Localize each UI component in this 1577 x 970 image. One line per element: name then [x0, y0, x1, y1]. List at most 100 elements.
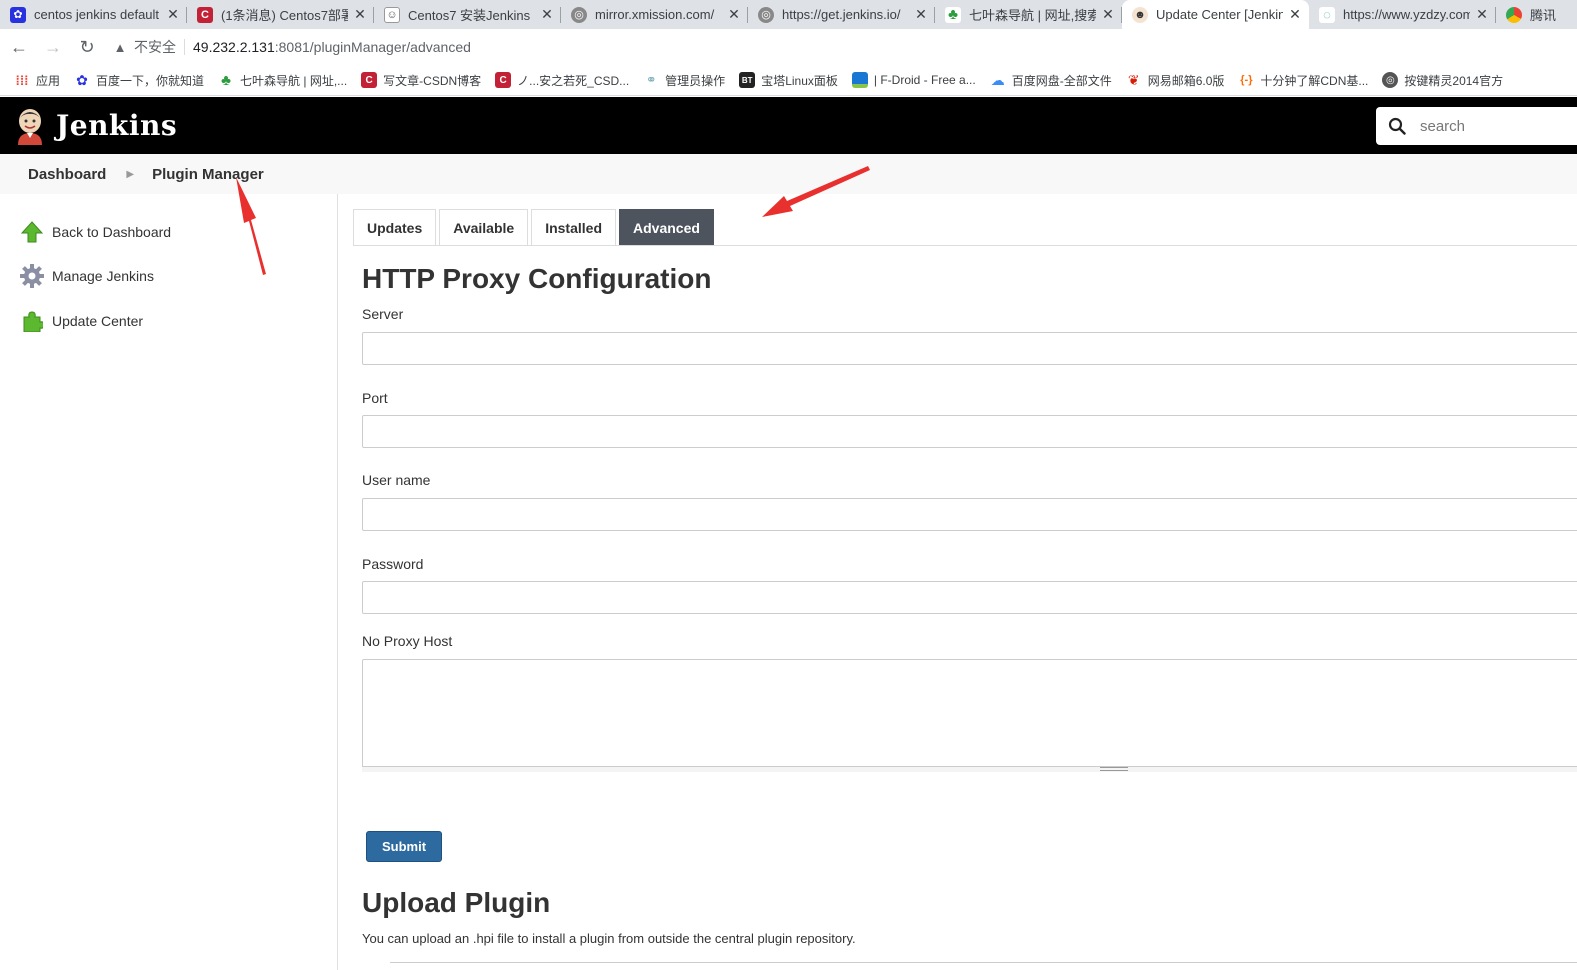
- upload-description: You can upload an .hpi file to install a…: [362, 931, 856, 946]
- search-input[interactable]: [1420, 117, 1570, 135]
- side-item-manage-jenkins[interactable]: Manage Jenkins: [20, 264, 154, 288]
- address-bar[interactable]: ▲ 不安全 49.232.2.131:8081/pluginManager/ad…: [112, 32, 1577, 62]
- proxy-section-title: HTTP Proxy Configuration: [362, 263, 712, 294]
- browser-toolbar: ← → ↻ ▲ 不安全 49.232.2.131:8081/pluginMana…: [0, 29, 1577, 65]
- csdn-icon: C: [197, 6, 213, 23]
- jenkins-brand[interactable]: Jenkins: [56, 109, 177, 142]
- puzzle-icon: [20, 309, 44, 333]
- cloud-icon: ☁: [989, 71, 1006, 88]
- security-label[interactable]: 不安全: [134, 37, 176, 57]
- password-field[interactable]: [362, 581, 1577, 614]
- side-item-label: Update Center: [52, 313, 144, 329]
- reload-button[interactable]: ↻: [72, 32, 102, 62]
- bookmark-item[interactable]: BT 宝塔Linux面板: [739, 72, 838, 89]
- csdn-icon: C: [495, 72, 512, 88]
- apps-grid-icon: ⁞⁞⁞: [15, 72, 29, 88]
- tab-advanced[interactable]: Advanced: [619, 209, 714, 246]
- upload-section-title: Upload Plugin: [362, 887, 551, 918]
- baidu-paw-icon: ✿: [74, 72, 91, 88]
- breadcrumb-plugin-manager[interactable]: Plugin Manager: [152, 166, 264, 183]
- server-label: Server: [362, 306, 404, 322]
- close-icon[interactable]: ✕: [352, 6, 368, 23]
- resize-grip-icon[interactable]: [1100, 767, 1128, 771]
- bookmark-label: 七叶森导航 | 网址,...: [240, 73, 348, 88]
- bookmark-label: 百度一下，你就知道: [96, 73, 205, 88]
- browser-tab-title: 七叶森导航 | 网址,搜索: [969, 8, 1096, 23]
- browser-tab-title: Centos7 安装Jenkins: [408, 8, 531, 23]
- username-label: User name: [362, 472, 431, 488]
- browser-tab[interactable]: ◎ https://get.jenkins.io/ ✕: [748, 0, 935, 29]
- browser-tab[interactable]: 腾讯: [1496, 0, 1577, 29]
- browser-tab-title: mirror.xmission.com/: [595, 7, 715, 22]
- browser-tab-title: 腾讯: [1530, 8, 1557, 23]
- bookmark-item[interactable]: {-} 十分钟了解CDN基...: [1238, 72, 1368, 89]
- textarea-resize-bar[interactable]: [362, 766, 1577, 772]
- bookmarks-bar: ⁞⁞⁞ 应用 ✿ 百度一下，你就知道 ♣ 七叶森导航 | 网址,... C 写文…: [0, 65, 1577, 96]
- bookmark-item[interactable]: ◎ 按键精灵2014官方: [1382, 72, 1503, 89]
- bookmark-label: 十分钟了解CDN基...: [1260, 73, 1369, 88]
- server-field[interactable]: [362, 332, 1577, 365]
- url-path[interactable]: :8081/pluginManager/advanced: [275, 39, 471, 55]
- browser-tab[interactable]: C (1条消息) Centos7部署 ✕: [187, 0, 374, 29]
- bookmark-item[interactable]: C 写文章-CSDN博客: [361, 72, 481, 89]
- divider: [390, 962, 1577, 963]
- browser-tab-title: Update Center [Jenkins]: [1156, 7, 1283, 22]
- search-box[interactable]: [1376, 107, 1577, 145]
- no-proxy-host-textarea[interactable]: [362, 659, 1577, 772]
- globe-icon: ◎: [758, 6, 774, 23]
- side-item-update-center[interactable]: Update Center: [20, 309, 143, 333]
- browser-tab[interactable]: ♣ 七叶森导航 | 网址,搜索 ✕: [935, 0, 1122, 29]
- close-icon[interactable]: ✕: [913, 6, 929, 23]
- search-icon: [1388, 117, 1406, 135]
- bookmark-item[interactable]: ✿ 百度一下，你就知道: [74, 72, 204, 89]
- bookmark-label: | F-Droid - Free a...: [873, 73, 976, 87]
- link-icon: ⚭: [643, 72, 660, 88]
- side-item-back-to-dashboard[interactable]: Back to Dashboard: [20, 220, 171, 244]
- github-like-icon: ☺: [384, 6, 400, 23]
- close-icon[interactable]: ✕: [726, 6, 742, 23]
- close-icon[interactable]: ✕: [1474, 6, 1490, 23]
- no-proxy-host-label: No Proxy Host: [362, 633, 453, 649]
- browser-tab[interactable]: ◌ https://www.yzdzy.com ✕: [1309, 0, 1496, 29]
- close-icon[interactable]: ✕: [539, 6, 555, 23]
- cdn-icon: {-}: [1238, 72, 1255, 88]
- tab-available[interactable]: Available: [439, 209, 529, 246]
- bookmark-item[interactable]: ⚭ 管理员操作: [643, 72, 725, 89]
- bookmark-item[interactable]: | F-Droid - Free a...: [851, 72, 976, 88]
- chevron-right-icon: ▶: [126, 168, 135, 180]
- breadcrumb-dashboard[interactable]: Dashboard: [28, 166, 106, 183]
- bookmark-label: 宝塔Linux面板: [761, 73, 838, 88]
- bookmark-item[interactable]: ⁞⁞⁞ 应用: [14, 72, 61, 89]
- back-button[interactable]: ←: [4, 32, 34, 62]
- csdn-icon: C: [361, 72, 378, 88]
- bookmark-label: 网易邮箱6.0版: [1147, 73, 1225, 88]
- bookmark-item[interactable]: C ノ...安之若死_CSD...: [495, 72, 629, 89]
- port-label: Port: [362, 390, 388, 406]
- forward-button[interactable]: →: [38, 32, 68, 62]
- bookmark-item[interactable]: ❦ 网易邮箱6.0版: [1125, 72, 1225, 89]
- url-host[interactable]: 49.232.2.131: [193, 39, 275, 55]
- close-icon[interactable]: ✕: [1287, 6, 1303, 23]
- plugin-tabs: Updates Available Installed Advanced: [353, 209, 717, 246]
- browser-tab-active[interactable]: ☻ Update Center [Jenkins] ✕: [1122, 0, 1309, 29]
- tab-updates[interactable]: Updates: [353, 209, 437, 246]
- browser-tab-strip: ✿ centos jenkins default ✕ C (1条消息) Cent…: [0, 0, 1577, 29]
- tab-installed[interactable]: Installed: [531, 209, 616, 246]
- submit-button[interactable]: Submit: [366, 831, 442, 862]
- browser-tab[interactable]: ✿ centos jenkins default ✕: [0, 0, 187, 29]
- close-icon[interactable]: ✕: [1100, 6, 1116, 23]
- jenkins-logo-icon[interactable]: [14, 107, 46, 145]
- bookmark-item[interactable]: ♣ 七叶森导航 | 网址,...: [218, 72, 347, 89]
- bookmark-label: 按键精灵2014官方: [1404, 73, 1504, 88]
- browser-tab-title: https://www.yzdzy.com: [1343, 7, 1470, 22]
- bookmark-item[interactable]: ☁ 百度网盘-全部文件: [989, 71, 1112, 89]
- warning-icon[interactable]: ▲: [112, 39, 128, 55]
- port-field[interactable]: [362, 415, 1577, 448]
- browser-tab[interactable]: ◎ mirror.xmission.com/ ✕: [561, 0, 748, 29]
- browser-tab[interactable]: ☺ Centos7 安装Jenkins ✕: [374, 0, 561, 29]
- main-panel: Updates Available Installed Advanced HTT…: [338, 194, 1577, 970]
- close-icon[interactable]: ✕: [165, 6, 181, 23]
- jenkins-header: Jenkins: [0, 97, 1577, 154]
- globe-icon: ◎: [571, 6, 587, 23]
- username-field[interactable]: [362, 498, 1577, 531]
